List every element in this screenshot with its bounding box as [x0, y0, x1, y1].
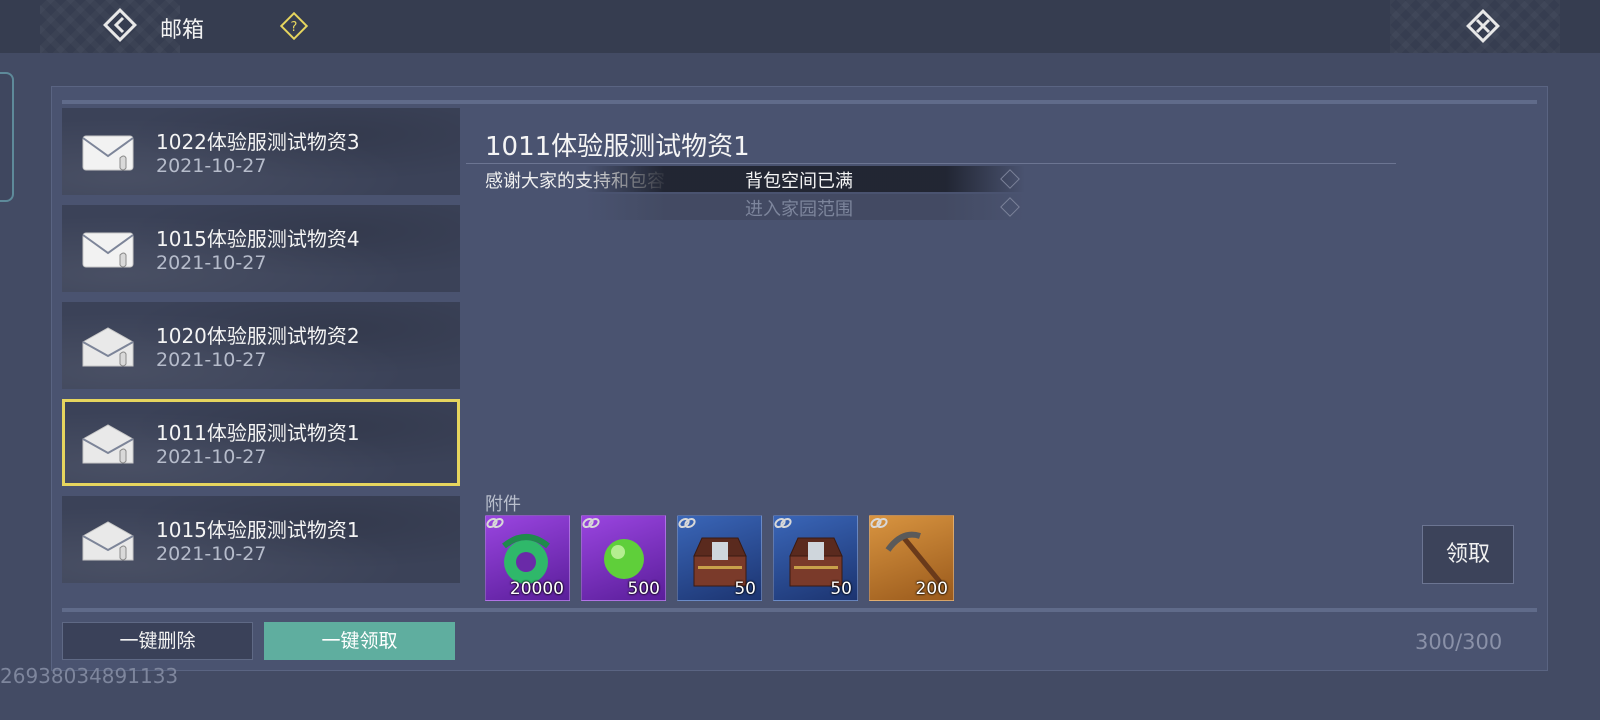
envelope-opened-icon [82, 327, 134, 367]
attachment-count: 20000 [509, 579, 564, 599]
mail-date: 2021-10-27 [156, 155, 267, 177]
diamond-ornament-icon [1000, 197, 1020, 217]
user-id: 26938034891133 [0, 664, 179, 688]
divider [62, 100, 1537, 104]
mail-item[interactable]: 1015体验服测试物资1 2021-10-27 [62, 496, 460, 583]
mail-date: 2021-10-27 [156, 252, 267, 274]
side-tab[interactable] [0, 72, 14, 202]
divider [466, 163, 1396, 164]
mail-title: 1015体验服测试物资1 [156, 518, 360, 542]
attachment-count: 200 [915, 579, 948, 599]
top-bar [0, 0, 1600, 53]
divider [62, 608, 1537, 612]
claim-all-button[interactable]: 一键领取 [264, 622, 455, 660]
envelope-opened-icon [82, 521, 134, 561]
attachment-count: 50 [830, 579, 852, 599]
toast-message-fading: 进入家园范围 [585, 194, 1025, 220]
delete-all-button[interactable]: 一键删除 [62, 622, 253, 660]
attachment-slot[interactable]: 50 [773, 515, 858, 601]
question-diamond-icon: ? [279, 11, 309, 41]
link-icon [678, 517, 696, 529]
mail-count: 300/300 [1415, 630, 1503, 654]
help-button[interactable]: ? [279, 11, 309, 41]
attachments-label: 附件 [485, 494, 521, 515]
attachment-slot[interactable]: 50 [677, 515, 762, 601]
diamond-ornament-icon [1000, 169, 1020, 189]
envelope-sealed-icon [82, 232, 134, 268]
mail-title: 1022体验服测试物资3 [156, 130, 360, 154]
attachment-count: 500 [627, 579, 660, 599]
attachment-slot[interactable]: 20000 [485, 515, 570, 601]
mail-title: 1015体验服测试物资4 [156, 227, 360, 251]
envelope-sealed-icon [82, 135, 134, 171]
attachment-slot[interactable]: 500 [581, 515, 666, 601]
close-button[interactable] [1462, 5, 1504, 47]
link-icon [582, 517, 600, 529]
link-icon [774, 517, 792, 529]
svg-text:?: ? [291, 20, 298, 35]
mail-title: 1020体验服测试物资2 [156, 324, 360, 348]
mail-list: 1022体验服测试物资3 2021-10-27 1015体验服测试物资4 202… [62, 108, 460, 594]
back-diamond-icon [103, 8, 137, 42]
toast-message: 背包空间已满 [585, 166, 1025, 192]
mail-item[interactable]: 1015体验服测试物资4 2021-10-27 [62, 205, 460, 292]
mail-date: 2021-10-27 [156, 543, 267, 565]
page-title: 邮箱 [160, 18, 205, 43]
mail-item[interactable]: 1022体验服测试物资3 2021-10-27 [62, 108, 460, 195]
envelope-opened-icon [82, 424, 134, 464]
toast-text: 进入家园范围 [745, 199, 853, 220]
claim-button[interactable]: 领取 [1422, 525, 1514, 584]
mail-item[interactable]: 1020体验服测试物资2 2021-10-27 [62, 302, 460, 389]
attachment-count: 50 [734, 579, 756, 599]
mail-title: 1011体验服测试物资1 [156, 421, 360, 445]
link-icon [486, 517, 504, 529]
mail-date: 2021-10-27 [156, 349, 267, 371]
close-diamond-icon [1466, 9, 1500, 43]
back-button[interactable] [100, 5, 140, 45]
mail-date: 2021-10-27 [156, 446, 267, 468]
mail-detail-title: 1011体验服测试物资1 [485, 132, 750, 162]
mail-item-selected[interactable]: 1011体验服测试物资1 2021-10-27 [62, 399, 460, 486]
toast-text: 背包空间已满 [745, 171, 853, 192]
link-icon [870, 517, 888, 529]
attachment-slot[interactable]: 200 [869, 515, 954, 601]
